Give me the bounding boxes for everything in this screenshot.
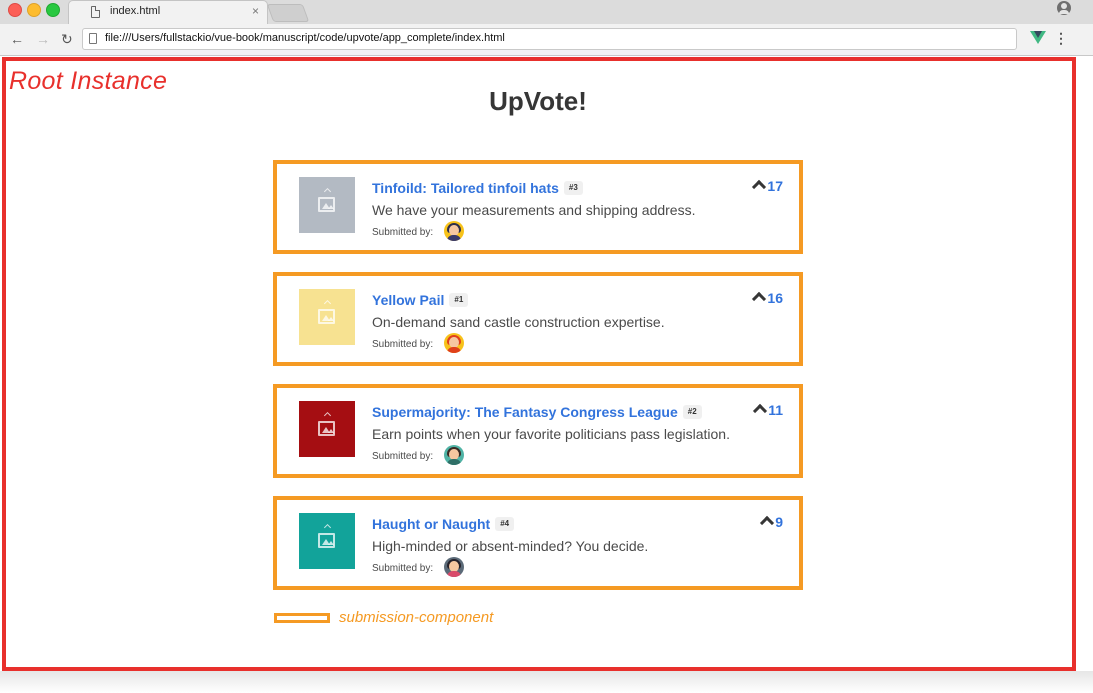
chevron-up-icon [760,515,775,531]
image-placeholder-icon [318,197,335,212]
submission-title-row: Yellow Pail #1 [372,291,469,309]
browser-chrome: index.html × ← → ↻ file:///Users/fullsta… [0,0,1093,56]
window-shadow [0,671,1093,693]
submission-title-row: Supermajority: The Fantasy Congress Leag… [372,403,702,421]
submitted-by-label: Submitted by: [372,451,434,462]
submission-card: Haught or Naught #4 High-minded or absent… [273,496,803,590]
rank-tag: #3 [563,180,583,195]
submitter-avatar [444,333,464,353]
submission-title-link[interactable]: Tinfoild: Tailored tinfoil hats [372,180,559,196]
reload-icon[interactable]: ↻ [61,31,73,47]
image-placeholder-icon [318,421,335,436]
submitter-avatar [444,445,464,465]
submission-card: Supermajority: The Fantasy Congress Leag… [273,384,803,478]
rank-tag: #2 [682,404,702,419]
submission-image [299,513,355,569]
submitter-avatar [444,221,464,241]
image-placeholder-peak [323,299,332,308]
submission-description: Earn points when your favorite politicia… [372,426,730,442]
submitted-by-label: Submitted by: [372,339,434,350]
submission-image [299,177,355,233]
tab-index[interactable]: index.html × [68,0,268,24]
image-placeholder-peak [323,411,332,420]
submission-image [299,401,355,457]
submission-description: High-minded or absent-minded? You decide… [372,538,649,554]
upvote-button[interactable]: 9 [760,514,783,531]
submission-card: Tinfoild: Tailored tinfoil hats #3 We hav… [273,160,803,254]
submitted-by-label: Submitted by: [372,227,434,238]
submission-description: We have your measurements and shipping a… [372,202,696,218]
submission-description: On-demand sand castle construction exper… [372,314,665,330]
image-placeholder-icon [318,309,335,324]
forward-arrow-icon[interactable]: → [36,31,50,47]
back-arrow-icon[interactable]: ← [10,31,24,47]
tab-bar: index.html × [0,0,1093,24]
chevron-up-icon [752,291,767,307]
maximize-window-button[interactable] [46,3,60,17]
rank-tag: #1 [449,292,469,307]
submitted-by-label: Submitted by: [372,563,434,574]
image-placeholder-peak [323,187,332,196]
component-legend-swatch [274,613,330,623]
upvote-button[interactable]: 16 [752,290,783,307]
vote-count: 11 [768,402,783,418]
vote-count: 9 [775,514,783,530]
rank-tag: #4 [495,516,515,531]
avatar-body [447,571,461,577]
avatar-body [447,459,461,465]
image-placeholder-peak [323,523,332,532]
image-placeholder-icon [318,533,335,548]
upvote-button[interactable]: 17 [752,178,783,195]
vue-devtools-icon[interactable] [1030,31,1046,44]
upvote-button[interactable]: 11 [753,402,783,419]
submission-title-row: Tinfoild: Tailored tinfoil hats #3 [372,179,583,197]
submission-image [299,289,355,345]
minimize-window-button[interactable] [27,3,41,17]
vote-count: 16 [767,290,783,306]
chevron-up-icon [753,403,768,419]
chevron-up-icon [752,179,767,195]
avatar-body [447,235,461,241]
vote-count: 17 [767,178,783,194]
profile-icon[interactable] [1057,1,1071,15]
submission-title-link[interactable]: Supermajority: The Fantasy Congress Leag… [372,404,678,420]
component-legend-label: submission-component [339,609,494,626]
navigation-bar: ← → ↻ file:///Users/fullstackio/vue-book… [0,24,1093,56]
page-icon [89,33,97,44]
submitter-avatar [444,557,464,577]
tab-title: index.html [110,5,161,17]
url-text[interactable]: file:///Users/fullstackio/vue-book/manus… [105,32,505,44]
avatar-body [447,347,461,353]
close-window-button[interactable] [8,3,22,17]
submission-title-row: Haught or Naught #4 [372,515,515,533]
page-icon [91,6,100,18]
page-title: UpVote! [489,86,587,116]
tab-close-icon[interactable]: × [252,4,259,18]
submission-title-link[interactable]: Haught or Naught [372,516,490,532]
submission-card: Yellow Pail #1 On-demand sand castle cons… [273,272,803,366]
address-bar[interactable]: file:///Users/fullstackio/vue-book/manus… [82,28,1017,50]
new-tab-button[interactable] [266,4,310,22]
menu-icon[interactable]: ⋮ [1054,30,1068,46]
submission-title-link[interactable]: Yellow Pail [372,292,444,308]
